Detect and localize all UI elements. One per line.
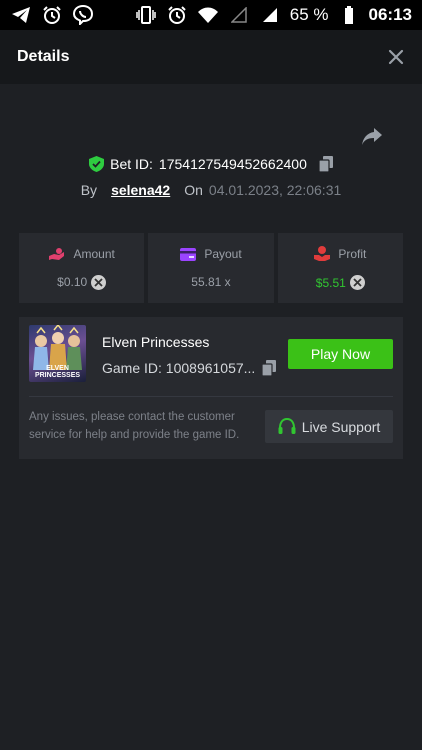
bet-author-line: By selena42 On 04.01.2023, 22:06:31 xyxy=(0,180,422,200)
alarm-icon xyxy=(166,4,188,26)
live-support-label: Live Support xyxy=(301,418,381,435)
viber-icon xyxy=(72,4,94,26)
bet-date: 04.01.2023, 22:06:31 xyxy=(208,182,342,198)
wifi-icon xyxy=(197,4,219,26)
game-panel: ELVEN PRINCESSES Elven Princesses Game I… xyxy=(19,317,403,459)
by-label: By xyxy=(80,182,98,198)
stat-value-row: 55.81 x xyxy=(191,275,230,289)
currency-coin-icon xyxy=(91,274,107,290)
stat-head: Profit xyxy=(314,246,366,261)
stat-value-row: $5.51 xyxy=(316,275,365,290)
stat-card-amount: Amount $0.10 xyxy=(19,233,145,303)
status-bar-right: 65 % 06:13 xyxy=(135,4,412,26)
signal-empty-icon xyxy=(228,4,250,26)
currency-coin-icon xyxy=(349,275,365,290)
stat-value: 55.81 x xyxy=(191,275,231,289)
headset-icon xyxy=(278,418,296,434)
stat-value: $0.10 xyxy=(57,275,88,289)
alarm-icon xyxy=(41,4,63,26)
stat-head: Payout xyxy=(180,247,242,261)
status-clock: 06:13 xyxy=(368,5,412,24)
game-thumbnail-title: ELVEN PRINCESSES xyxy=(34,365,81,379)
stat-card-payout: Payout 55.81 x xyxy=(148,233,274,303)
bet-id-line: Bet ID: 1754127549452662400 xyxy=(0,154,422,174)
game-name: Elven Princesses xyxy=(102,334,210,350)
battery-icon xyxy=(338,4,360,26)
stat-value: $5.51 xyxy=(315,275,346,290)
shield-icon xyxy=(89,156,105,172)
bet-id-label: Bet ID: xyxy=(110,156,153,172)
battery-percent: 65 % xyxy=(289,5,329,24)
bet-id-value: 1754127549452662400 xyxy=(158,156,307,172)
card-icon xyxy=(180,247,197,261)
stat-value-row: $0.10 xyxy=(57,274,107,290)
bet-stats: Amount $0.10 Payout 55.81 x Profit $5.51 xyxy=(19,233,403,303)
stat-card-profit: Profit $5.51 xyxy=(277,233,403,303)
game-thumbnail[interactable]: ELVEN PRINCESSES xyxy=(29,325,86,382)
username-link[interactable]: selena42 xyxy=(111,182,170,198)
amount-icon xyxy=(49,247,65,260)
game-id: Game ID: 1008961057... xyxy=(102,360,256,376)
telegram-icon xyxy=(10,4,32,26)
stat-label: Profit xyxy=(338,246,367,261)
divider xyxy=(29,396,393,397)
play-now-button[interactable]: Play Now xyxy=(288,339,393,369)
stat-label: Amount xyxy=(73,246,115,261)
stat-label: Payout xyxy=(204,247,242,261)
support-text: Any issues, please contact the customer … xyxy=(29,411,240,441)
status-bar-left xyxy=(10,4,94,26)
details-header: Details xyxy=(0,30,422,84)
profit-icon xyxy=(314,246,331,261)
stat-head: Amount xyxy=(48,246,115,261)
copy-icon[interactable] xyxy=(318,156,333,172)
page-title: Details xyxy=(17,48,70,65)
close-icon[interactable] xyxy=(386,47,406,67)
status-bar: 65 % 06:13 xyxy=(0,0,422,30)
on-label: On xyxy=(184,182,203,198)
copy-icon[interactable] xyxy=(262,360,276,376)
vibrate-icon xyxy=(135,4,157,26)
share-icon[interactable] xyxy=(360,124,384,148)
signal-icon xyxy=(259,4,281,26)
live-support-button[interactable]: Live Support xyxy=(265,410,393,443)
